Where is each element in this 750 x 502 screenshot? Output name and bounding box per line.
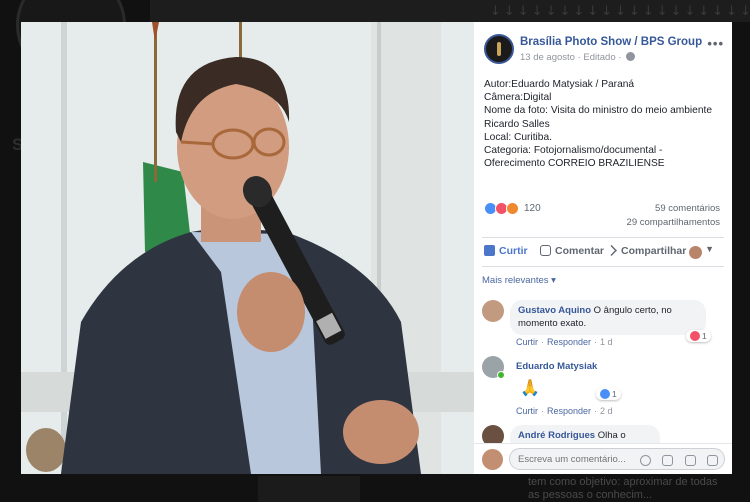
caption-line: Câmera:Digital — [484, 92, 552, 104]
divider — [482, 266, 724, 267]
comment-item: Gustavo Aquino O ângulo certo, no moment… — [482, 300, 724, 350]
background-header: ↓↓↓↓↓↓↓↓↓↓↓↓↓↓↓↓↓↓↓ — [150, 0, 750, 22]
share-label: Compartilhar — [621, 245, 687, 257]
like-button[interactable]: Curtir — [484, 245, 528, 257]
divider — [482, 237, 724, 238]
comment-reply-link[interactable]: Responder — [547, 406, 591, 416]
gif-icon[interactable] — [684, 455, 696, 466]
commenter-avatar[interactable] — [482, 300, 504, 322]
photo-image — [21, 22, 474, 474]
shares-count-link[interactable]: 29 compartilhamentos — [627, 216, 720, 230]
comment-text: O ângulo certo, no — [593, 305, 672, 316]
online-status-icon — [497, 371, 505, 379]
comment-bubble: Gustavo Aquino O ângulo certo, no moment… — [510, 300, 706, 335]
engagement-counts: 59 comentários 29 compartilhamentos — [627, 202, 720, 230]
commenter-name[interactable]: Gustavo Aquino — [518, 305, 591, 316]
sticker-icon[interactable] — [707, 455, 718, 466]
comment-composer — [474, 443, 732, 474]
post-photo[interactable] — [21, 22, 474, 474]
meta-separator-2: · — [618, 52, 622, 63]
angry-reaction-icon — [506, 202, 519, 215]
comment-label: Comentar — [555, 245, 605, 257]
commenter-name[interactable]: André Rodrigues — [518, 430, 595, 441]
comment-icon — [540, 245, 551, 256]
comment-text: momento exato. — [518, 317, 587, 329]
thumbs-up-icon — [484, 245, 495, 256]
background-post-text: tem como objetivo: aproximar de todas as… — [528, 476, 718, 501]
page-avatar[interactable] — [484, 34, 514, 64]
comments-sort-dropdown[interactable]: Mais relevantes ▾ — [482, 275, 556, 286]
caption-line: Oferecimento CORREIO BRAZILIENSE — [484, 158, 665, 170]
love-reaction-icon — [690, 331, 700, 341]
comment-reply-link[interactable]: Responder — [547, 337, 591, 347]
praying-hands-emoji: 🙏 — [520, 378, 540, 397]
background-arrow-icons: ↓↓↓↓↓↓↓↓↓↓↓↓↓↓↓↓↓↓↓ — [490, 4, 750, 19]
share-icon — [606, 245, 617, 256]
edited-label[interactable]: Editado — [583, 52, 615, 63]
more-options-icon[interactable]: ••• — [707, 36, 724, 51]
comment-item: Eduardo Matysiak 🙏 1 Curtir · Responder · 2 … — [482, 356, 724, 420]
emoji-icon[interactable] — [639, 455, 651, 466]
reaction-count: 120 — [524, 203, 541, 214]
post-side-panel: Brasília Photo Show / BPS Group 13 de ag… — [474, 22, 732, 474]
camera-icon[interactable] — [662, 455, 674, 466]
meta-separator: · — [577, 52, 581, 63]
post-date[interactable]: 13 de agosto — [520, 52, 575, 63]
comment-like-link[interactable]: Curtir — [516, 406, 538, 416]
post-actions: Curtir Comentar Compartilhar ▼ — [482, 242, 724, 264]
page-name-link[interactable]: Brasília Photo Show / BPS Group — [520, 36, 702, 48]
comment-item: André Rodrigues Olha o Chifre! — [482, 425, 724, 460]
globe-icon[interactable] — [626, 52, 636, 61]
comment-meta: Curtir · Responder · 2 d — [516, 406, 613, 416]
like-reaction-icon — [600, 389, 610, 399]
current-user-avatar — [482, 449, 503, 470]
caption-line: Categoria: Fotojornalismo/documental - — [484, 145, 663, 157]
caption-line: Ricardo Salles — [484, 118, 550, 130]
caption-line: Nome da foto: Visita do ministro do meio… — [484, 105, 713, 117]
composer-tools — [633, 453, 718, 471]
commenter-avatar[interactable] — [482, 356, 505, 379]
comment-time[interactable]: 1 d — [600, 337, 613, 347]
like-label: Curtir — [499, 245, 528, 257]
comment-time[interactable]: 2 d — [600, 406, 613, 416]
commenter-name[interactable]: Eduardo Matysiak — [516, 361, 597, 372]
chevron-down-icon[interactable]: ▼ — [705, 244, 714, 254]
comment-button[interactable]: Comentar — [540, 245, 604, 257]
reaction-as-avatar[interactable] — [689, 246, 702, 259]
comments-count-link[interactable]: 59 comentários — [627, 202, 720, 216]
post-header: Brasília Photo Show / BPS Group 13 de ag… — [484, 34, 724, 70]
post-caption: Autor:Eduardo Matysiak / Paraná Câmera:D… — [484, 78, 724, 170]
post-meta: 13 de agosto · Editado · — [520, 52, 636, 63]
comment-reaction-count: 1 — [612, 389, 617, 399]
caption-line: Autor:Eduardo Matysiak / Paraná — [484, 79, 635, 90]
background-image-fragment — [258, 476, 360, 502]
comment-reaction-badge[interactable]: 1 — [596, 388, 621, 400]
share-button[interactable]: Compartilhar — [606, 245, 686, 257]
comment-like-link[interactable]: Curtir — [516, 337, 538, 347]
comment-reaction-count: 1 — [702, 331, 707, 341]
comment-meta: Curtir · Responder · 1 d — [516, 337, 613, 347]
comment-reaction-badge[interactable]: 1 — [686, 330, 711, 342]
caption-line: Local: Curitiba. — [484, 131, 552, 143]
